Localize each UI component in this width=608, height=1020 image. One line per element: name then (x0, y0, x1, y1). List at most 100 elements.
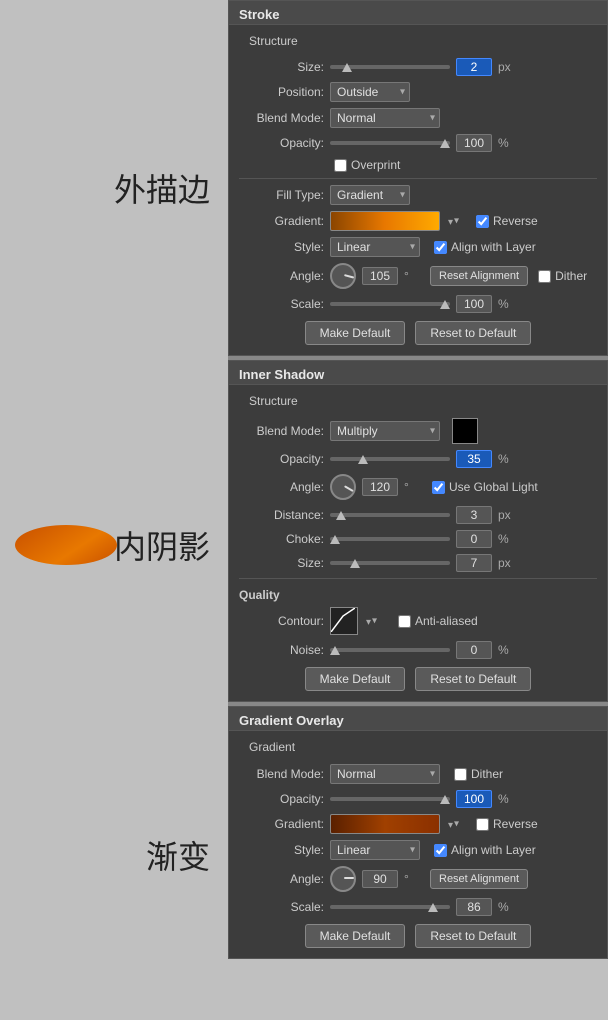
go-scale-slider[interactable] (330, 905, 450, 909)
go-reverse-checkbox[interactable] (476, 818, 489, 831)
go-scale-unit: % (498, 900, 514, 914)
quality-label: Quality (239, 585, 597, 602)
is-size-input[interactable] (456, 554, 492, 572)
dither-label: Dither (555, 269, 587, 283)
gradient-overlay-sublabel: Gradient (239, 737, 597, 758)
distance-slider[interactable] (330, 513, 450, 517)
align-layer-checkbox[interactable] (434, 241, 447, 254)
go-angle-dial[interactable] (330, 866, 356, 892)
style-select[interactable]: Linear Radial Angle (330, 237, 420, 257)
is-opacity-slider[interactable] (330, 457, 450, 461)
use-global-light-checkbox[interactable] (432, 481, 445, 494)
noise-slider[interactable] (330, 648, 450, 652)
go-scale-input[interactable] (456, 898, 492, 916)
go-angle-unit: ° (404, 872, 420, 886)
size-label: Size: (239, 60, 324, 74)
size-slider[interactable] (330, 65, 450, 69)
gradient-overlay-panel: Gradient Overlay Gradient Blend Mode: No… (228, 706, 608, 959)
is-angle-unit: ° (404, 480, 420, 494)
is-size-slider[interactable] (330, 561, 450, 565)
fill-type-select-wrapper[interactable]: Gradient Color Pattern (330, 185, 410, 205)
angle-input[interactable] (362, 267, 398, 285)
gradient-bar[interactable] (330, 211, 440, 231)
scale-slider[interactable] (330, 302, 450, 306)
opacity-input[interactable] (456, 134, 492, 152)
go-make-default-btn[interactable]: Make Default (305, 924, 406, 948)
go-reset-default-btn[interactable]: Reset to Default (415, 924, 531, 948)
fill-type-select[interactable]: Gradient Color Pattern (330, 185, 410, 205)
contour-dropdown[interactable]: ▾ (366, 614, 382, 628)
position-select-wrapper[interactable]: Outside Inside Center (330, 82, 410, 102)
opacity-label: Opacity: (239, 136, 324, 150)
go-opacity-input[interactable] (456, 790, 492, 808)
blend-mode-select[interactable]: Normal Multiply Screen (330, 108, 440, 128)
stroke-structure-label: Structure (239, 31, 597, 52)
is-angle-input[interactable] (362, 478, 398, 496)
angle-dial[interactable] (330, 263, 356, 289)
shadow-label: 内阴影 (114, 522, 210, 568)
stroke-panel-title: Stroke (229, 1, 607, 25)
position-select[interactable]: Outside Inside Center (330, 82, 410, 102)
is-size-unit: px (498, 556, 514, 570)
go-opacity-slider[interactable] (330, 797, 450, 801)
reverse-checkbox[interactable] (476, 215, 489, 228)
is-angle-label: Angle: (239, 480, 324, 494)
go-gradient-dropdown[interactable]: ▾ (448, 817, 464, 831)
go-style-label: Style: (239, 843, 324, 857)
stroke-panel: Stroke Structure Size: px Position: (228, 0, 608, 356)
go-gradient-bar[interactable] (330, 814, 440, 834)
go-dither-label: Dither (471, 767, 503, 781)
gradient-dropdown[interactable]: ▾ (448, 214, 464, 228)
scale-label: Scale: (239, 297, 324, 311)
style-label: Style: (239, 240, 324, 254)
go-angle-input[interactable] (362, 870, 398, 888)
noise-unit: % (498, 643, 514, 657)
dither-checkbox[interactable] (538, 270, 551, 283)
is-blend-select-wrapper[interactable]: Multiply Normal Screen (330, 421, 440, 441)
distance-unit: px (498, 508, 514, 522)
fill-type-label: Fill Type: (239, 188, 324, 202)
stroke-reset-default-btn[interactable]: Reset to Default (415, 321, 531, 345)
inner-shadow-title: Inner Shadow (229, 361, 607, 385)
go-blend-select-wrapper[interactable]: Normal Multiply Screen (330, 764, 440, 784)
go-style-select[interactable]: Linear Radial Angle (330, 840, 420, 860)
choke-slider[interactable] (330, 537, 450, 541)
is-angle-dial[interactable] (330, 474, 356, 500)
shadow-reset-default-btn[interactable]: Reset to Default (415, 667, 531, 691)
blend-mode-select-wrapper[interactable]: Normal Multiply Screen (330, 108, 440, 128)
noise-input[interactable] (456, 641, 492, 659)
go-reset-alignment-btn[interactable]: Reset Alignment (430, 869, 528, 889)
overprint-label: Overprint (351, 158, 400, 172)
contour-preview[interactable] (330, 607, 358, 635)
scale-input[interactable] (456, 295, 492, 313)
is-opacity-input[interactable] (456, 450, 492, 468)
anti-aliased-checkbox[interactable] (398, 615, 411, 628)
anti-aliased-label: Anti-aliased (415, 614, 478, 628)
go-scale-label: Scale: (239, 900, 324, 914)
go-blend-label: Blend Mode: (239, 767, 324, 781)
go-dither-checkbox[interactable] (454, 768, 467, 781)
noise-label: Noise: (239, 643, 324, 657)
go-style-select-wrapper[interactable]: Linear Radial Angle (330, 840, 420, 860)
inner-shadow-panel: Inner Shadow Structure Blend Mode: Multi… (228, 360, 608, 702)
go-align-layer-checkbox[interactable] (434, 844, 447, 857)
style-select-wrapper[interactable]: Linear Radial Angle (330, 237, 420, 257)
stroke-make-default-btn[interactable]: Make Default (305, 321, 406, 345)
go-blend-select[interactable]: Normal Multiply Screen (330, 764, 440, 784)
is-color-swatch[interactable] (452, 418, 478, 444)
reset-alignment-btn[interactable]: Reset Alignment (430, 266, 528, 286)
go-angle-label: Angle: (239, 872, 324, 886)
scale-unit: % (498, 297, 514, 311)
is-blend-select[interactable]: Multiply Normal Screen (330, 421, 440, 441)
overprint-checkbox[interactable] (334, 159, 347, 172)
gradient-label: 渐变 (146, 832, 210, 878)
is-size-label: Size: (239, 556, 324, 570)
gradient-overlay-title: Gradient Overlay (229, 707, 607, 731)
opacity-slider[interactable] (330, 141, 450, 145)
shadow-make-default-btn[interactable]: Make Default (305, 667, 406, 691)
size-input[interactable] (456, 58, 492, 76)
go-reverse-label: Reverse (493, 817, 538, 831)
size-unit: px (498, 60, 514, 74)
choke-input[interactable] (456, 530, 492, 548)
distance-input[interactable] (456, 506, 492, 524)
